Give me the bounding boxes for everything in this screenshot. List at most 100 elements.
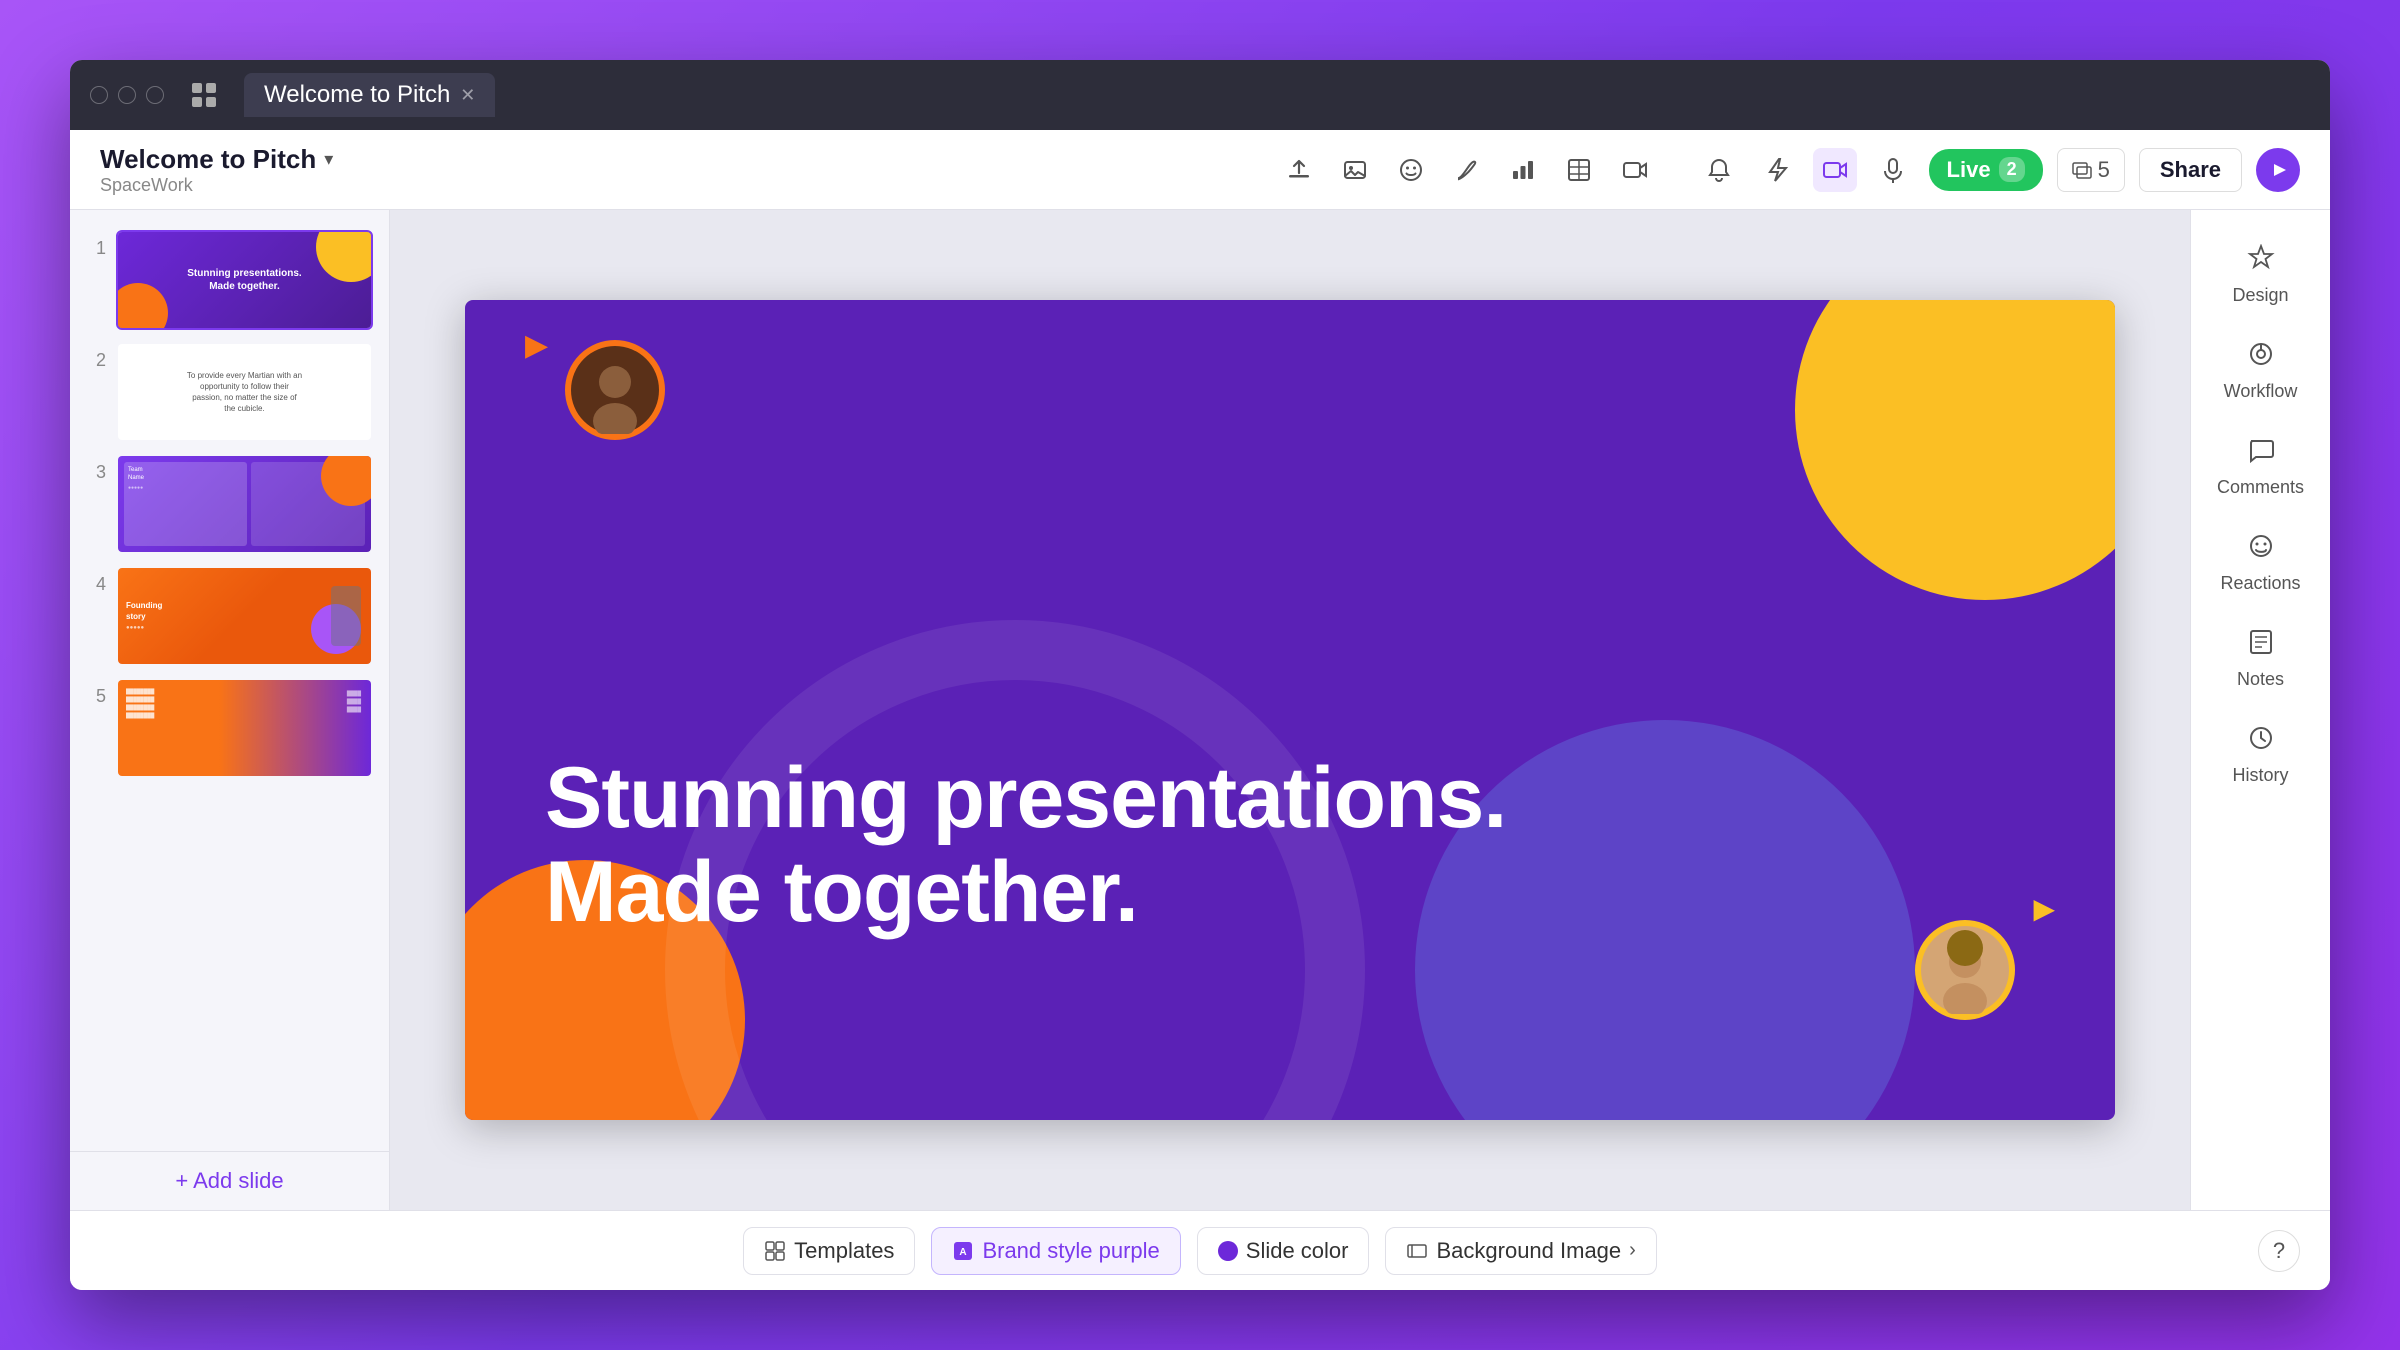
- toolbar-right: Live 2 5 Share: [1697, 148, 2300, 192]
- brand-style-button[interactable]: A Brand style purple: [931, 1227, 1180, 1275]
- table-tool-btn[interactable]: [1557, 148, 1601, 192]
- live-label: Live: [1947, 157, 1991, 183]
- headline-line1: Stunning presentations.: [545, 751, 2035, 846]
- sidebar-item-notes[interactable]: Notes: [2201, 614, 2321, 704]
- play-button[interactable]: [2256, 148, 2300, 192]
- header-left: Welcome to Pitch ▾ SpaceWork: [100, 144, 333, 196]
- mic-btn[interactable]: [1871, 148, 1915, 192]
- close-btn[interactable]: [146, 86, 164, 104]
- chart-tool-btn[interactable]: [1501, 148, 1545, 192]
- grid-icon: [190, 81, 218, 109]
- help-button[interactable]: ?: [2258, 1230, 2300, 1272]
- cursor-arrow-top: ▶: [525, 328, 548, 363]
- background-label: Background Image: [1436, 1238, 1621, 1264]
- slide-canvas-area: ▶ Stunning presentations. Made together.: [390, 210, 2190, 1210]
- window-controls: [90, 86, 164, 104]
- add-slide-button[interactable]: + Add slide: [70, 1151, 389, 1210]
- draw-tool-btn[interactable]: [1445, 148, 1489, 192]
- sidebar-item-reactions[interactable]: Reactions: [2201, 518, 2321, 608]
- bolt-btn[interactable]: [1755, 148, 1799, 192]
- live-button[interactable]: Live 2: [1929, 149, 2043, 191]
- notes-icon: [2247, 628, 2275, 663]
- slide-item[interactable]: 5 ████████████████████████████████ █████…: [86, 678, 373, 778]
- bg-circle-yellow: [1795, 300, 2115, 600]
- slide-number: 4: [86, 574, 106, 595]
- reactions-icon: [2247, 532, 2275, 567]
- title-chevron-icon[interactable]: ▾: [324, 149, 333, 170]
- history-icon: [2247, 724, 2275, 759]
- slide-number: 3: [86, 462, 106, 483]
- slide-headline: Stunning presentations. Made together.: [545, 751, 2035, 940]
- image-tool-btn[interactable]: [1333, 148, 1377, 192]
- avatar-top: [565, 340, 665, 440]
- headline-line2: Made together.: [545, 845, 2035, 940]
- notes-label: Notes: [2237, 669, 2284, 690]
- right-sidebar: Design Workflow Comments Reactions: [2190, 210, 2330, 1210]
- avatar-bottom: [1915, 920, 2015, 1020]
- templates-button[interactable]: Templates: [743, 1227, 915, 1275]
- upload-tool-btn[interactable]: [1277, 148, 1321, 192]
- slide-list: 1 Stunning presentations.Made together.: [70, 210, 389, 1151]
- presentation-title: Welcome to Pitch: [100, 144, 316, 175]
- slides-count-btn[interactable]: 5: [2057, 148, 2125, 192]
- minimize-btn[interactable]: [90, 86, 108, 104]
- slide-number: 2: [86, 350, 106, 371]
- brand-style-label: Brand style purple: [982, 1238, 1159, 1264]
- slide-color-dot: [1218, 1241, 1238, 1261]
- slide-thumbnail[interactable]: Stunning presentations.Made together.: [116, 230, 373, 330]
- background-image-button[interactable]: Background Image ›: [1385, 1227, 1656, 1275]
- header-toolbar: Welcome to Pitch ▾ SpaceWork: [70, 130, 2330, 210]
- maximize-btn[interactable]: [118, 86, 136, 104]
- slide-thumbnail[interactable]: ████████████████████████████████ ███████…: [116, 678, 373, 778]
- slide-color-button[interactable]: Slide color: [1197, 1227, 1370, 1275]
- bottom-toolbar: Templates A Brand style purple Slide col…: [70, 1210, 2330, 1290]
- slide-thumbnail[interactable]: TeamName ●●●●●: [116, 454, 373, 554]
- bell-btn[interactable]: [1697, 148, 1741, 192]
- main-content: 1 Stunning presentations.Made together.: [70, 210, 2330, 1210]
- app-window: Welcome to Pitch ✕ Welcome to Pitch ▾ Sp…: [70, 60, 2330, 1290]
- share-label: Share: [2160, 157, 2221, 182]
- slide-color-label: Slide color: [1246, 1238, 1349, 1264]
- design-label: Design: [2232, 285, 2288, 306]
- emoji-tool-btn[interactable]: [1389, 148, 1433, 192]
- slide-item[interactable]: 1 Stunning presentations.Made together.: [86, 230, 373, 330]
- title-bar: Welcome to Pitch ✕: [70, 60, 2330, 130]
- toolbar-tools: [1277, 148, 1657, 192]
- slide-number: 5: [86, 686, 106, 707]
- sidebar-item-comments[interactable]: Comments: [2201, 422, 2321, 512]
- slide-canvas[interactable]: ▶ Stunning presentations. Made together.: [465, 300, 2115, 1120]
- video-tool-btn[interactable]: [1613, 148, 1657, 192]
- active-tab[interactable]: Welcome to Pitch ✕: [244, 73, 495, 117]
- slide-panel: 1 Stunning presentations.Made together.: [70, 210, 390, 1210]
- sidebar-item-history[interactable]: History: [2201, 710, 2321, 800]
- cursor-arrow-bottom: ▶: [2033, 892, 2055, 925]
- workflow-label: Workflow: [2224, 381, 2298, 402]
- slide-item[interactable]: 4 Foundingstory ●●●●●: [86, 566, 373, 666]
- workflow-icon: [2247, 340, 2275, 375]
- slide-number: 1: [86, 238, 106, 259]
- slide-thumbnail[interactable]: Foundingstory ●●●●●: [116, 566, 373, 666]
- sidebar-item-workflow[interactable]: Workflow: [2201, 326, 2321, 416]
- slide-thumbnail[interactable]: To provide every Martian with anopportun…: [116, 342, 373, 442]
- background-chevron-icon: ›: [1629, 1239, 1636, 1262]
- share-button[interactable]: Share: [2139, 148, 2242, 192]
- add-slide-label: + Add slide: [175, 1168, 283, 1193]
- svg-text:A: A: [960, 1247, 967, 1258]
- history-label: History: [2232, 765, 2288, 786]
- slide-item[interactable]: 3 TeamName ●●●●●: [86, 454, 373, 554]
- slides-count: 5: [2098, 157, 2110, 183]
- sidebar-item-design[interactable]: Design: [2201, 230, 2321, 320]
- tab-close-icon[interactable]: ✕: [460, 85, 475, 106]
- design-icon: [2247, 244, 2275, 279]
- templates-label: Templates: [794, 1238, 894, 1264]
- live-count: 2: [1999, 157, 2025, 182]
- reactions-label: Reactions: [2220, 573, 2300, 594]
- slide-item[interactable]: 2 To provide every Martian with anopport…: [86, 342, 373, 442]
- comments-icon: [2247, 436, 2275, 471]
- comments-label: Comments: [2217, 477, 2304, 498]
- tab-title: Welcome to Pitch: [264, 81, 450, 109]
- camera-btn[interactable]: [1813, 148, 1857, 192]
- workspace-label: SpaceWork: [100, 175, 333, 196]
- help-label: ?: [2273, 1238, 2285, 1264]
- header-title-row: Welcome to Pitch ▾: [100, 144, 333, 175]
